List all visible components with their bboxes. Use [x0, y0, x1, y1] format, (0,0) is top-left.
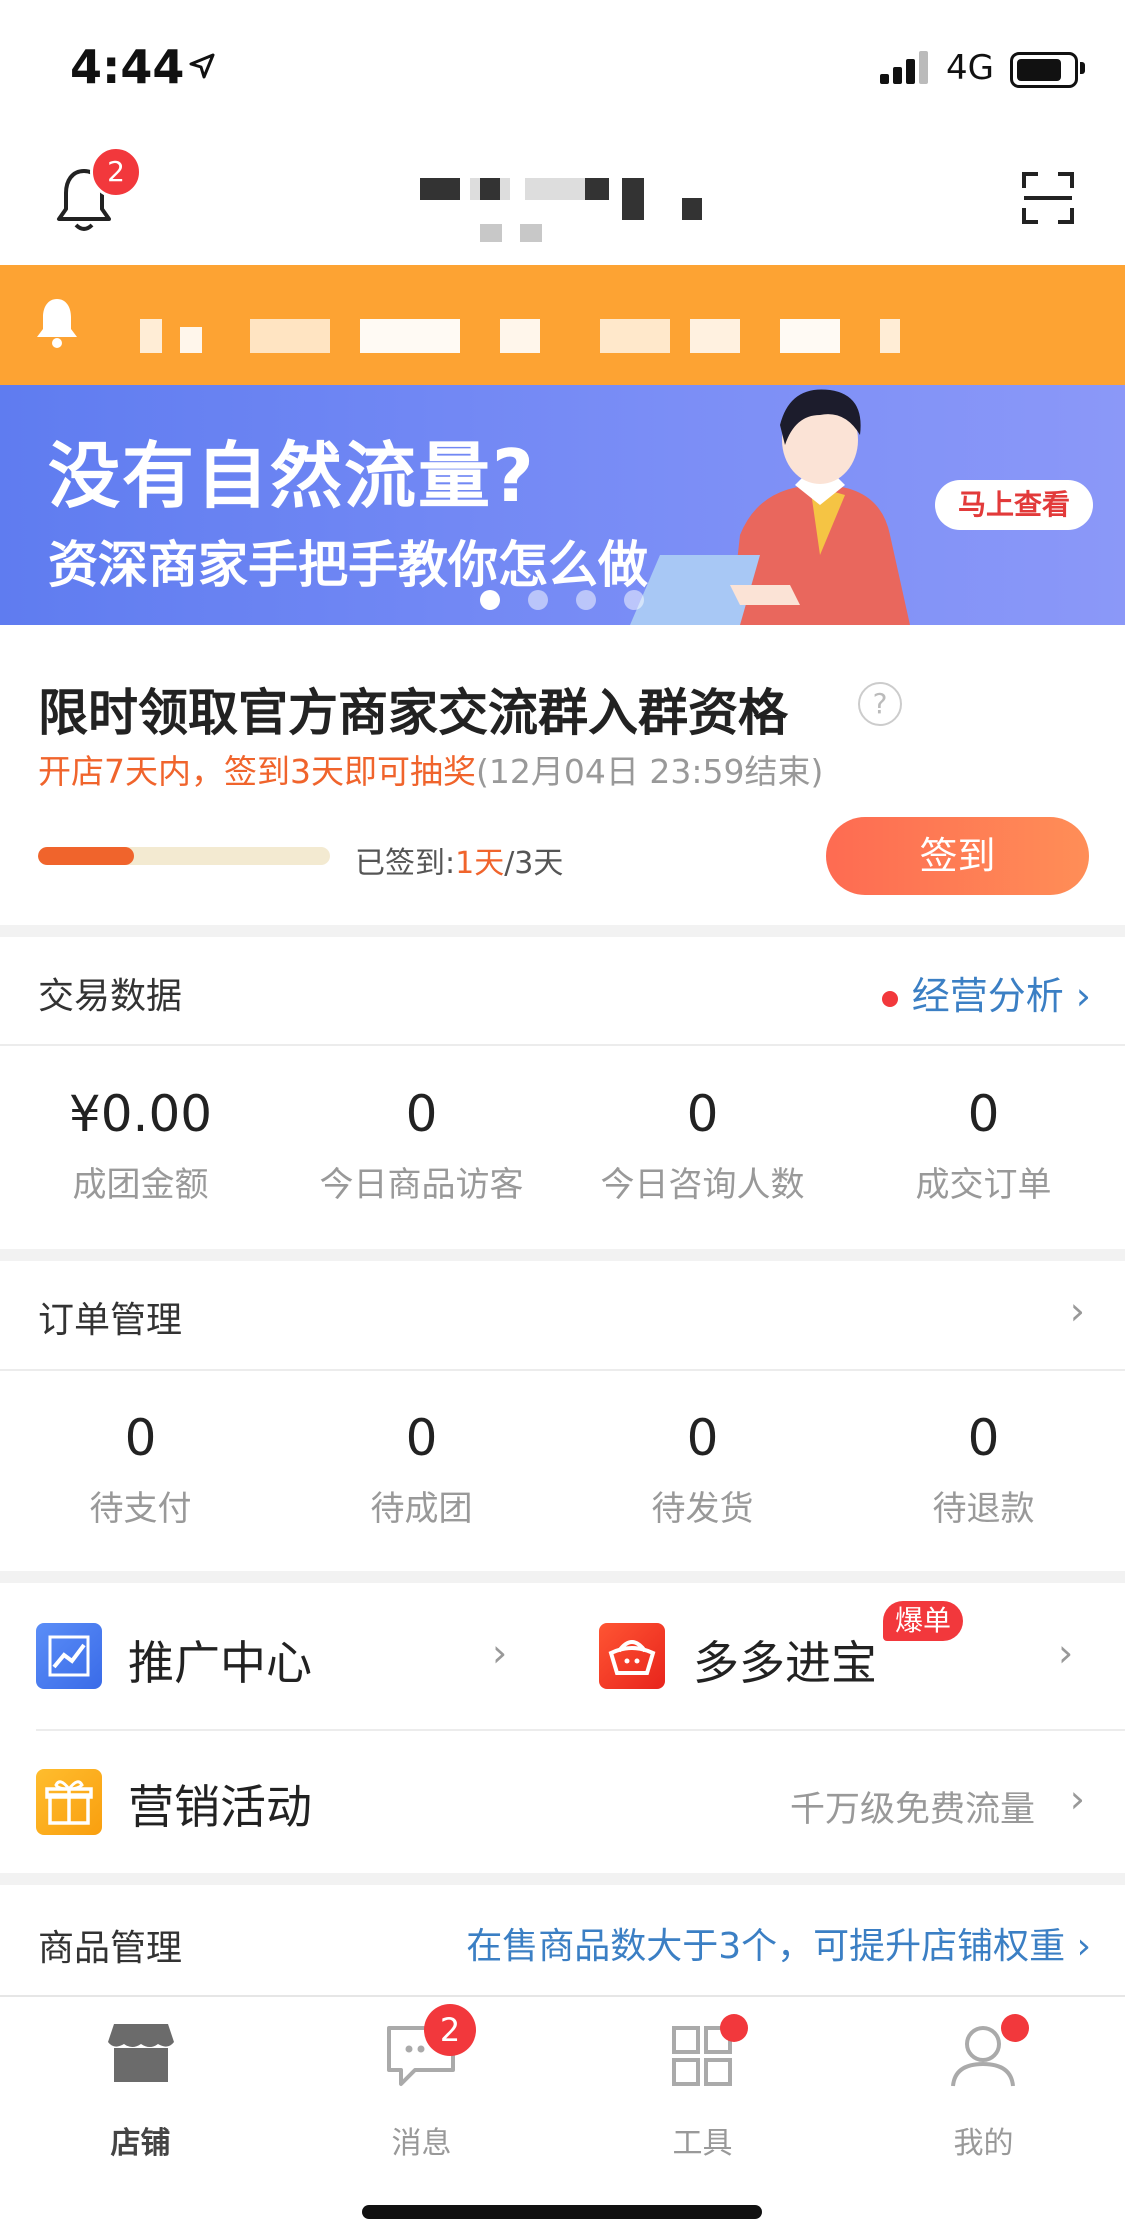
duoduo-jinbao-label: 多多进宝 [693, 1636, 877, 1690]
business-analysis-link[interactable]: 经营分析 › [881, 965, 1091, 1020]
feature-entries-section: 推广中心 › 多多进宝 爆单 › 营销活动 千万级免费流量 › [0, 1583, 1125, 1873]
carousel-dot[interactable] [624, 590, 644, 610]
carousel-dot[interactable] [576, 590, 596, 610]
stat-visitors[interactable]: 0 今日商品访客 [281, 1085, 562, 1206]
bell-icon [37, 299, 77, 348]
stat-label: 今日商品访客 [319, 1165, 524, 1205]
signin-rule: 开店7天内，签到3天即可抽奖 [38, 752, 476, 791]
order-pending-payment[interactable]: 0 待支付 [0, 1409, 281, 1530]
goods-hint-text: 在售商品数大于3个，可提升店铺权重 [466, 1926, 1066, 1967]
stat-label: 成交订单 [915, 1165, 1052, 1205]
signin-title: 限时领取官方商家交流群入群资格 [38, 684, 788, 742]
signin-progress-fill [38, 847, 135, 865]
trade-data-title: 交易数据 [38, 976, 183, 1017]
stat-label: 待支付 [89, 1489, 192, 1529]
notice-bar[interactable] [0, 265, 1125, 385]
progress-prefix: 已签到: [355, 846, 456, 881]
tab-tools-label: 工具 [672, 2126, 733, 2161]
order-management-section: 订单管理 › 0 待支付 0 待成团 0 待发货 0 待退款 [0, 1261, 1125, 1571]
carousel-dot-active[interactable] [480, 590, 500, 610]
marketing-activity-label: 营销活动 [128, 1780, 312, 1834]
stat-value: 0 [967, 1085, 1000, 1143]
shop-name-redacted [400, 178, 730, 258]
stat-value: 0 [405, 1085, 438, 1143]
chevron-right-icon: › [1069, 1289, 1085, 1333]
chevron-right-icon: › [1076, 1926, 1091, 1967]
home-indicator [362, 2205, 762, 2219]
marketing-hint: 千万级免费流量 [789, 1790, 1035, 1830]
chevron-right-icon: › [1069, 1777, 1085, 1821]
duoduo-jinbao-entry[interactable]: 多多进宝 爆单 › [565, 1583, 1125, 1729]
order-management-title: 订单管理 [38, 1300, 183, 1341]
notification-badge: 2 [90, 146, 142, 198]
tab-shop-label: 店铺 [110, 2126, 171, 2161]
scan-icon[interactable] [1020, 170, 1076, 226]
order-pending-shipment[interactable]: 0 待发货 [562, 1409, 843, 1530]
banner-subtitle: 资深商家手把手教你怎么做 [48, 536, 648, 594]
marketing-activity-entry[interactable]: 营销活动 千万级免费流量 › [0, 1731, 1125, 1873]
chart-icon [36, 1623, 102, 1689]
tab-me-label: 我的 [953, 2126, 1014, 2161]
banner-title: 没有自然流量? [48, 434, 536, 518]
stat-label: 成团金额 [72, 1165, 209, 1205]
chevron-right-icon: › [1058, 1631, 1074, 1675]
progress-current: 1天 [455, 846, 505, 881]
me-red-dot [1001, 2014, 1029, 2042]
stat-inquiries[interactable]: 0 今日咨询人数 [562, 1085, 843, 1206]
stat-value: 0 [405, 1409, 438, 1467]
location-arrow-icon [189, 53, 215, 79]
trade-data-section: 交易数据 经营分析 › ¥0.00 成团金额 0 今日商品访客 0 今日咨询人数… [0, 937, 1125, 1249]
goods-hint-link[interactable]: 在售商品数大于3个，可提升店铺权重 › [466, 1917, 1091, 1969]
promo-banner[interactable]: 没有自然流量? 资深商家手把手教你怎么做 马上查看 [0, 385, 1125, 625]
progress-total: /3天 [504, 846, 564, 881]
businessman-illustration [630, 389, 910, 625]
hot-tag-badge: 爆单 [883, 1601, 964, 1641]
order-management-header[interactable]: 订单管理 › [0, 1261, 1125, 1369]
chevron-right-icon: › [1075, 974, 1091, 1018]
order-pending-group[interactable]: 0 待成团 [281, 1409, 562, 1530]
stat-value: 0 [124, 1409, 157, 1467]
signin-card: 限时领取官方商家交流群入群资格 ? 开店7天内，签到3天即可抽奖(12月04日 … [0, 625, 1125, 925]
goods-management-title: 商品管理 [38, 1928, 183, 1969]
top-header: 2 [0, 130, 1125, 265]
stat-label: 待退款 [932, 1489, 1035, 1529]
signal-icon [880, 50, 930, 84]
stat-orders[interactable]: 0 成交订单 [843, 1085, 1124, 1206]
shop-icon [108, 2024, 174, 2082]
tools-red-dot [720, 2014, 748, 2042]
signin-subtitle: 开店7天内，签到3天即可抽奖(12月04日 23:59结束) [38, 745, 823, 793]
stat-group-amount[interactable]: ¥0.00 成团金额 [0, 1085, 281, 1206]
order-pending-refund[interactable]: 0 待退款 [843, 1409, 1124, 1530]
signin-button[interactable]: 签到 [826, 817, 1089, 895]
signin-deadline: (12月04日 23:59结束) [476, 752, 824, 791]
stat-label: 待成团 [370, 1489, 473, 1529]
chevron-right-icon: › [492, 1631, 508, 1675]
stat-label: 待发货 [651, 1489, 754, 1529]
notice-text-redacted [140, 319, 920, 353]
help-icon[interactable]: ? [858, 682, 902, 726]
goods-management-section[interactable]: 商品管理 在售商品数大于3个，可提升店铺权重 › [0, 1885, 1125, 1995]
status-time: 4:44 [70, 40, 185, 94]
battery-icon [1010, 52, 1078, 88]
red-dot-indicator [881, 990, 898, 1007]
treasure-icon [599, 1623, 665, 1689]
promotion-center-label: 推广中心 [128, 1636, 312, 1690]
signin-progress-label: 已签到:1天/3天 [355, 838, 563, 882]
stat-value: ¥0.00 [68, 1085, 213, 1143]
gift-icon [36, 1769, 102, 1835]
signin-progress-bar [38, 847, 330, 865]
stat-value: 0 [967, 1409, 1000, 1467]
promotion-center-entry[interactable]: 推广中心 › [0, 1583, 560, 1729]
stat-label: 今日咨询人数 [600, 1165, 805, 1205]
business-analysis-label: 经营分析 [911, 974, 1064, 1018]
tab-messages-label: 消息 [391, 2126, 452, 2161]
stat-value: 0 [686, 1409, 719, 1467]
stat-value: 0 [686, 1085, 719, 1143]
network-type: 4G [946, 48, 994, 88]
carousel-dot[interactable] [528, 590, 548, 610]
status-bar: 4:44 4G [0, 0, 1125, 130]
banner-view-button[interactable]: 马上查看 [935, 480, 1093, 530]
message-badge: 2 [424, 2004, 476, 2056]
